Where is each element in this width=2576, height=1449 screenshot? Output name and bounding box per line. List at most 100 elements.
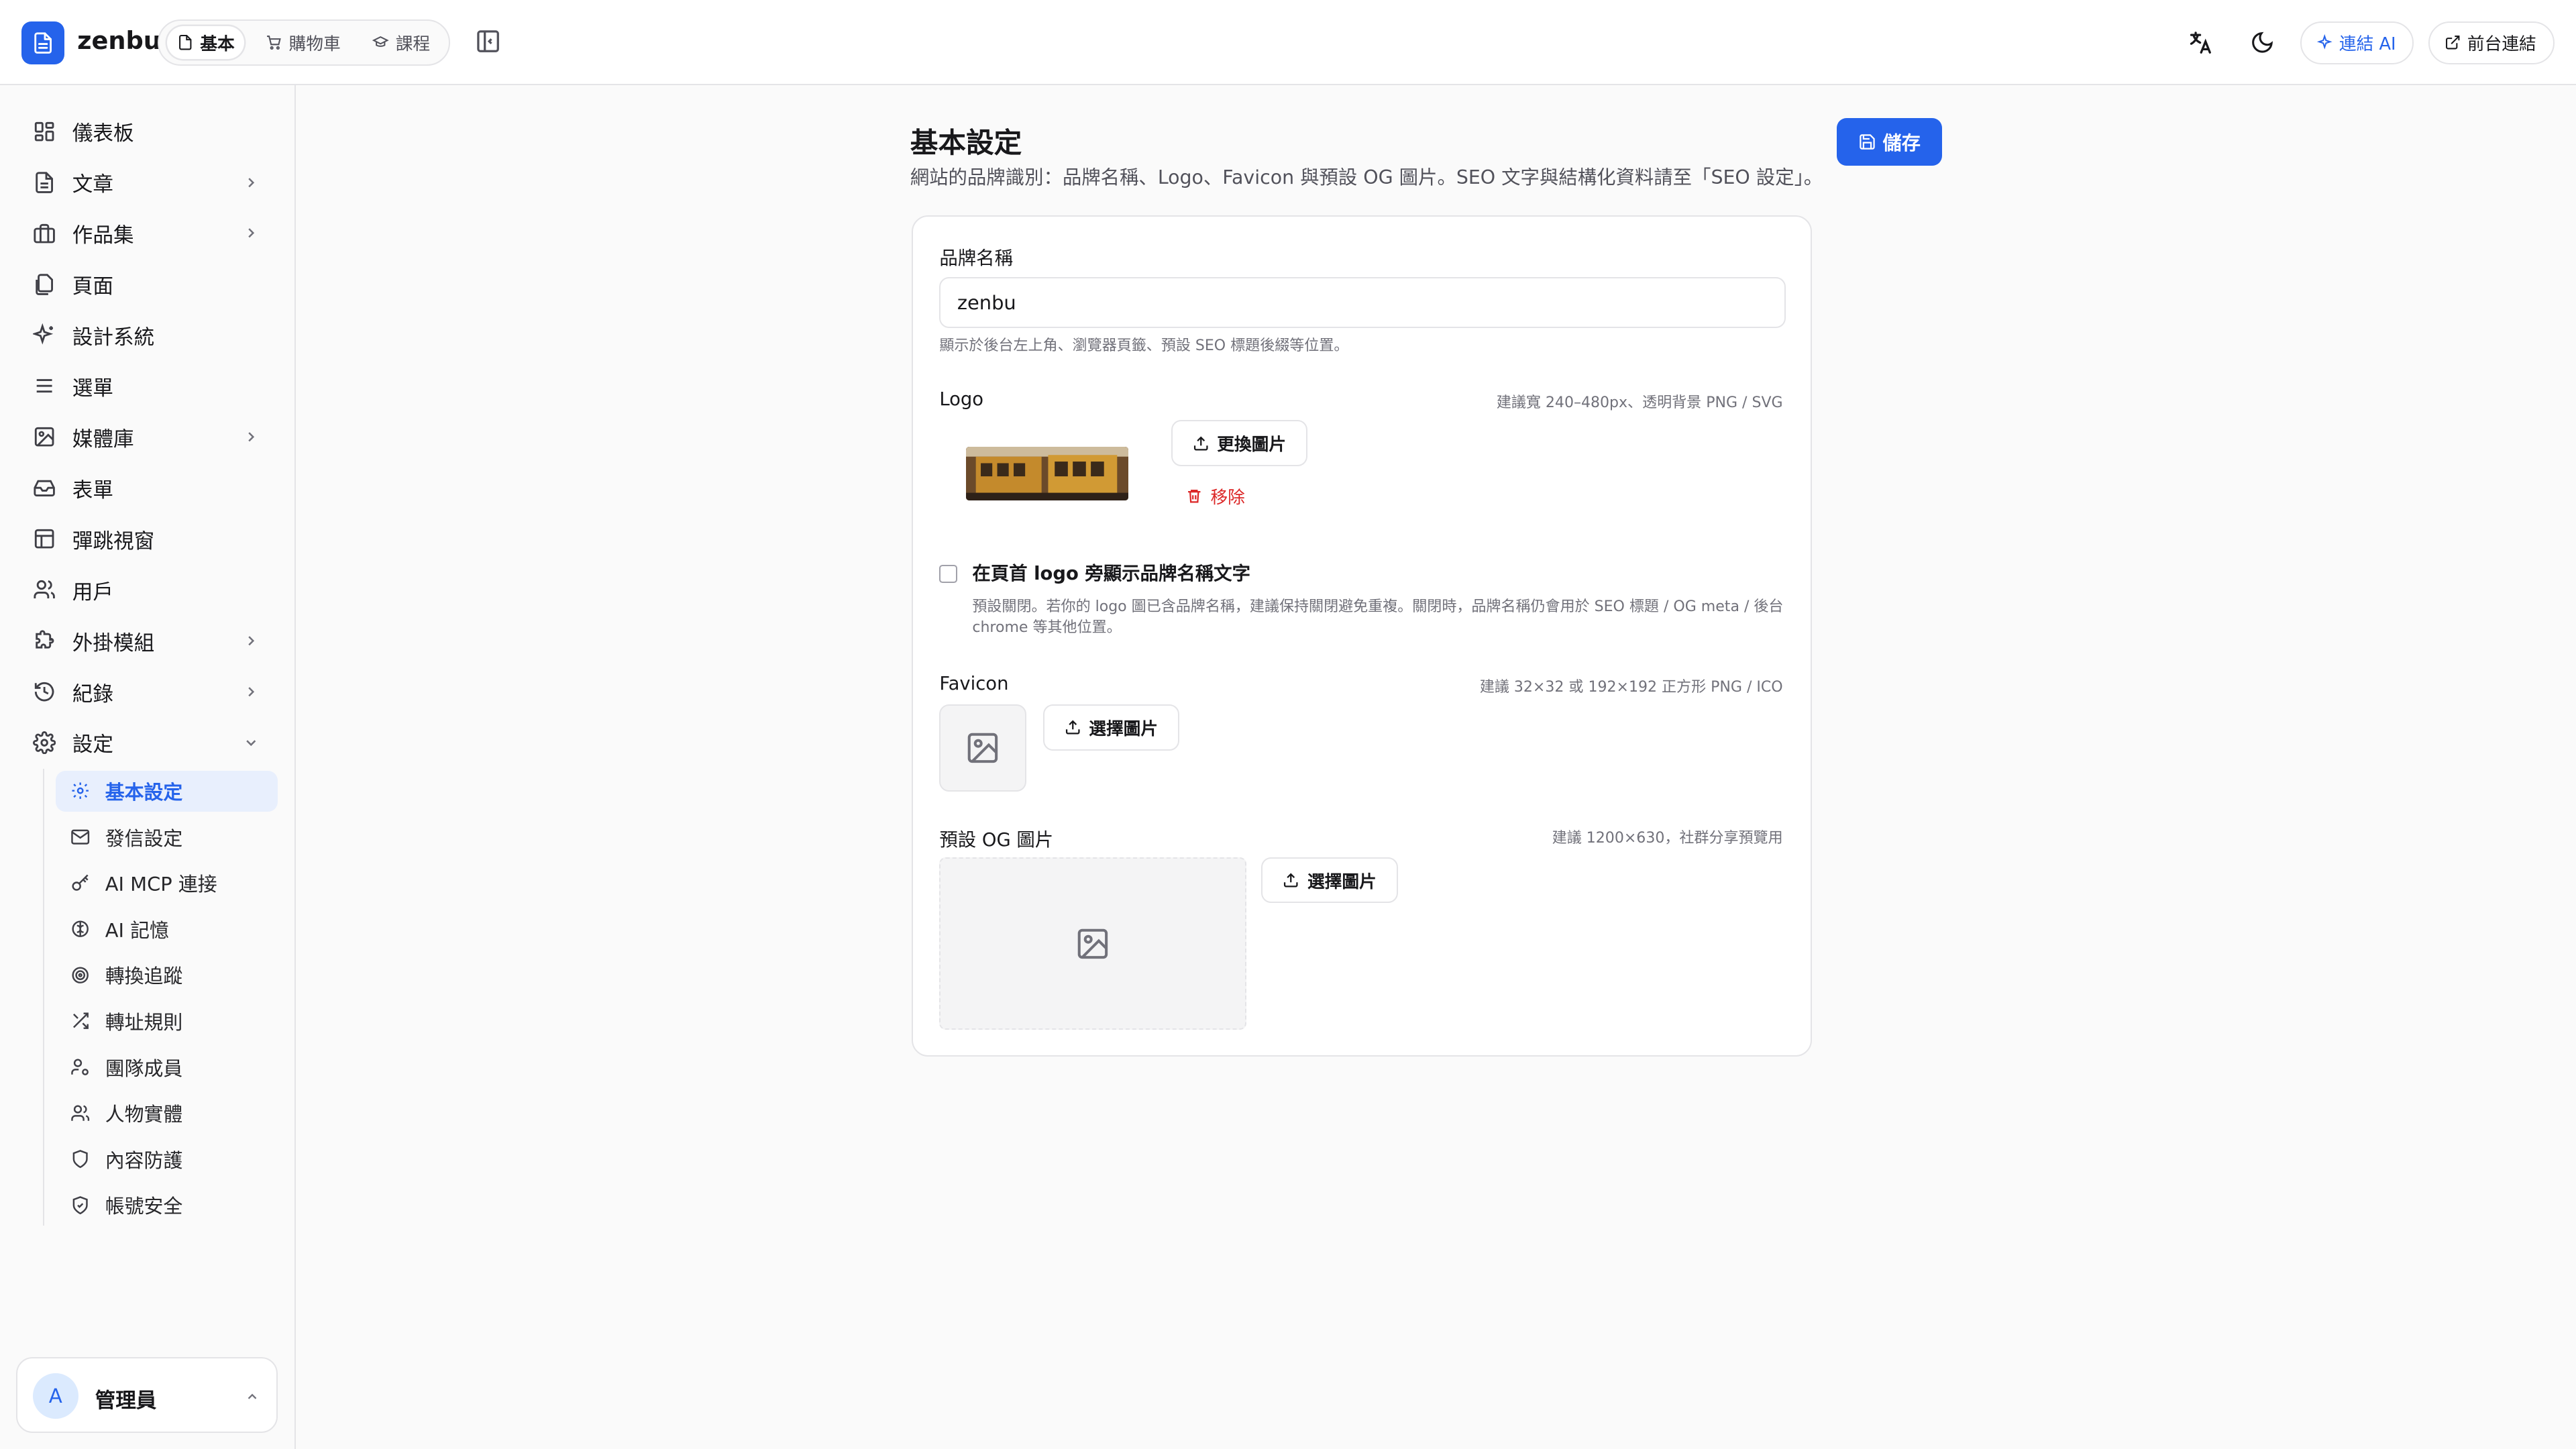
users-icon bbox=[70, 1104, 90, 1123]
sidebar-item-portfolio[interactable]: 作品集 bbox=[16, 212, 279, 255]
replace-logo-button[interactable]: 更換圖片 bbox=[1171, 420, 1307, 467]
sidebar-subitem-account-security[interactable]: 帳號安全 bbox=[56, 1185, 278, 1226]
sidebar-item-logs[interactable]: 紀錄 bbox=[16, 670, 279, 713]
page-title: 基本設定 bbox=[910, 125, 1022, 159]
sidebar-subitem-basic-settings[interactable]: 基本設定 bbox=[56, 770, 278, 812]
external-link-icon bbox=[2445, 34, 2461, 50]
upload-icon bbox=[1065, 719, 1081, 735]
app-name[interactable]: zenbu bbox=[77, 26, 161, 55]
avatar: A bbox=[32, 1373, 79, 1419]
sidebar-item-label: 表單 bbox=[72, 478, 113, 502]
sidebar-subitem-team-members[interactable]: 團隊成員 bbox=[56, 1046, 278, 1087]
chevron-right-icon bbox=[243, 633, 259, 649]
sidebar-subitem-ai-memory[interactable]: AI 記憶 bbox=[56, 908, 278, 949]
image-icon bbox=[33, 425, 56, 448]
target-icon bbox=[70, 965, 90, 985]
sidebar-item-label: 設計系統 bbox=[72, 326, 155, 350]
sidebar-item-label: 外掛模組 bbox=[72, 631, 155, 655]
sidebar-item-forms[interactable]: 表單 bbox=[16, 467, 279, 510]
user-cog-icon bbox=[70, 1057, 90, 1077]
sidebar-item-design-system[interactable]: 設計系統 bbox=[16, 314, 279, 357]
briefcase-icon bbox=[33, 222, 56, 245]
logo-hint: 建議寬 240–480px、透明背景 PNG / SVG bbox=[1496, 394, 1783, 412]
og-image-placeholder[interactable] bbox=[939, 857, 1247, 1030]
sidebar-item-label: 作品集 bbox=[72, 224, 134, 248]
image-placeholder-icon bbox=[965, 730, 1001, 766]
favicon-label: Favicon bbox=[939, 673, 1009, 694]
choose-favicon-label: 選擇圖片 bbox=[1089, 718, 1159, 739]
sidebar-item-plugins[interactable]: 外掛模組 bbox=[16, 619, 279, 662]
frontend-link-label: 前台連結 bbox=[2467, 34, 2536, 55]
chevron-right-icon bbox=[243, 225, 259, 241]
show-brand-text-hint: 預設關閉。若你的 logo 圖已含品牌名稱，建議保持關閉避免重複。關閉時，品牌名… bbox=[972, 598, 1784, 637]
history-icon bbox=[33, 680, 56, 703]
sidebar-subitem-label: 轉址規則 bbox=[105, 1011, 183, 1034]
translate-icon[interactable] bbox=[2184, 26, 2216, 59]
favicon-placeholder[interactable] bbox=[939, 704, 1027, 792]
menu-icon bbox=[33, 374, 56, 397]
sidebar-subitem-redirect-rules[interactable]: 轉址規則 bbox=[56, 1000, 278, 1041]
sidebar-item-label: 紀錄 bbox=[72, 682, 113, 706]
sidebar-item-users[interactable]: 用戶 bbox=[16, 568, 279, 611]
sidebar-item-label: 頁面 bbox=[72, 275, 113, 299]
files-icon bbox=[33, 273, 56, 296]
sidebar-subitem-mail-settings[interactable]: 發信設定 bbox=[56, 816, 278, 857]
sidebar-subitem-person-entities[interactable]: 人物實體 bbox=[56, 1093, 278, 1134]
brand-name-input[interactable] bbox=[939, 277, 1786, 329]
tab-course[interactable]: 課程 bbox=[363, 26, 440, 59]
chevron-up-icon bbox=[245, 1389, 260, 1404]
sparkles-icon bbox=[2316, 34, 2332, 50]
key-icon bbox=[70, 873, 90, 893]
tab-basic[interactable]: 基本 bbox=[167, 25, 245, 59]
app-logo-icon[interactable] bbox=[21, 21, 64, 64]
save-button[interactable]: 儲存 bbox=[1836, 118, 1942, 166]
users-icon bbox=[33, 578, 56, 601]
sidebar-item-pages[interactable]: 頁面 bbox=[16, 263, 279, 306]
sidebar-toggle-icon[interactable] bbox=[475, 28, 504, 58]
image-placeholder-icon bbox=[1075, 926, 1111, 962]
cart-icon bbox=[266, 34, 282, 50]
show-brand-text-checkbox[interactable] bbox=[939, 565, 958, 583]
sidebar-subitem-ai-mcp[interactable]: AI MCP 連接 bbox=[56, 863, 278, 904]
moon-icon[interactable] bbox=[2246, 26, 2279, 59]
sidebar-subitem-label: AI MCP 連接 bbox=[105, 873, 217, 896]
remove-logo-button[interactable]: 移除 bbox=[1186, 481, 1245, 511]
sidebar-subitem-label: 發信設定 bbox=[105, 826, 183, 850]
sidebar-item-menu[interactable]: 選單 bbox=[16, 365, 279, 408]
sparkles-icon bbox=[32, 323, 56, 346]
shuffle-icon bbox=[70, 1011, 90, 1030]
choose-og-image-button[interactable]: 選擇圖片 bbox=[1261, 857, 1398, 904]
sidebar-item-label: 用戶 bbox=[72, 580, 113, 604]
shield-check-icon bbox=[70, 1195, 90, 1215]
choose-favicon-button[interactable]: 選擇圖片 bbox=[1042, 704, 1179, 751]
sidebar-subitem-label: 團隊成員 bbox=[105, 1057, 183, 1080]
brain-icon bbox=[70, 919, 90, 938]
sidebar-item-media[interactable]: 媒體庫 bbox=[16, 416, 279, 459]
connect-ai-button[interactable]: 連結 AI bbox=[2300, 21, 2414, 64]
sidebar-subitem-content-protection[interactable]: 內容防護 bbox=[56, 1138, 278, 1179]
chevron-down-icon bbox=[243, 735, 259, 751]
user-menu[interactable]: A 管理員 bbox=[16, 1356, 278, 1433]
tab-cart[interactable]: 購物車 bbox=[256, 26, 351, 59]
logo-label: Logo bbox=[939, 388, 984, 410]
settings-icon bbox=[33, 731, 56, 754]
sidebar: 儀表板 文章 作品集 頁面 設計系統 選單 媒體庫 表單 彈跳視窗 用戶 外掛模… bbox=[0, 85, 296, 1449]
sidebar-item-dashboard[interactable]: 儀表板 bbox=[16, 110, 279, 153]
mode-switcher: 基本 購物車 課程 bbox=[158, 19, 451, 66]
sidebar-item-popups[interactable]: 彈跳視窗 bbox=[16, 517, 279, 560]
frontend-link-button[interactable]: 前台連結 bbox=[2428, 21, 2555, 64]
replace-logo-label: 更換圖片 bbox=[1217, 435, 1287, 455]
puzzle-icon bbox=[33, 629, 56, 652]
sidebar-subitem-label: AI 記憶 bbox=[105, 918, 169, 942]
chevron-right-icon bbox=[243, 429, 259, 445]
sidebar-subitem-label: 人物實體 bbox=[105, 1103, 183, 1126]
sidebar-item-settings[interactable]: 設定 bbox=[16, 721, 279, 764]
page-description: 網站的品牌識別：品牌名稱、Logo、Favicon 與預設 OG 圖片。SEO … bbox=[910, 166, 1823, 189]
tab-course-label: 課程 bbox=[395, 34, 431, 54]
sidebar-item-articles[interactable]: 文章 bbox=[16, 161, 279, 204]
settings-card: 品牌名稱 顯示於後台左上角、瀏覽器頁籤、預設 SEO 標題後綴等位置。 Logo… bbox=[912, 215, 1813, 1057]
sidebar-item-label: 文章 bbox=[72, 173, 113, 197]
sidebar-subitem-label: 帳號安全 bbox=[105, 1195, 183, 1218]
show-brand-text-label: 在頁首 logo 旁顯示品牌名稱文字 bbox=[972, 564, 1250, 585]
sidebar-subitem-conversion-tracking[interactable]: 轉換追蹤 bbox=[56, 955, 278, 996]
